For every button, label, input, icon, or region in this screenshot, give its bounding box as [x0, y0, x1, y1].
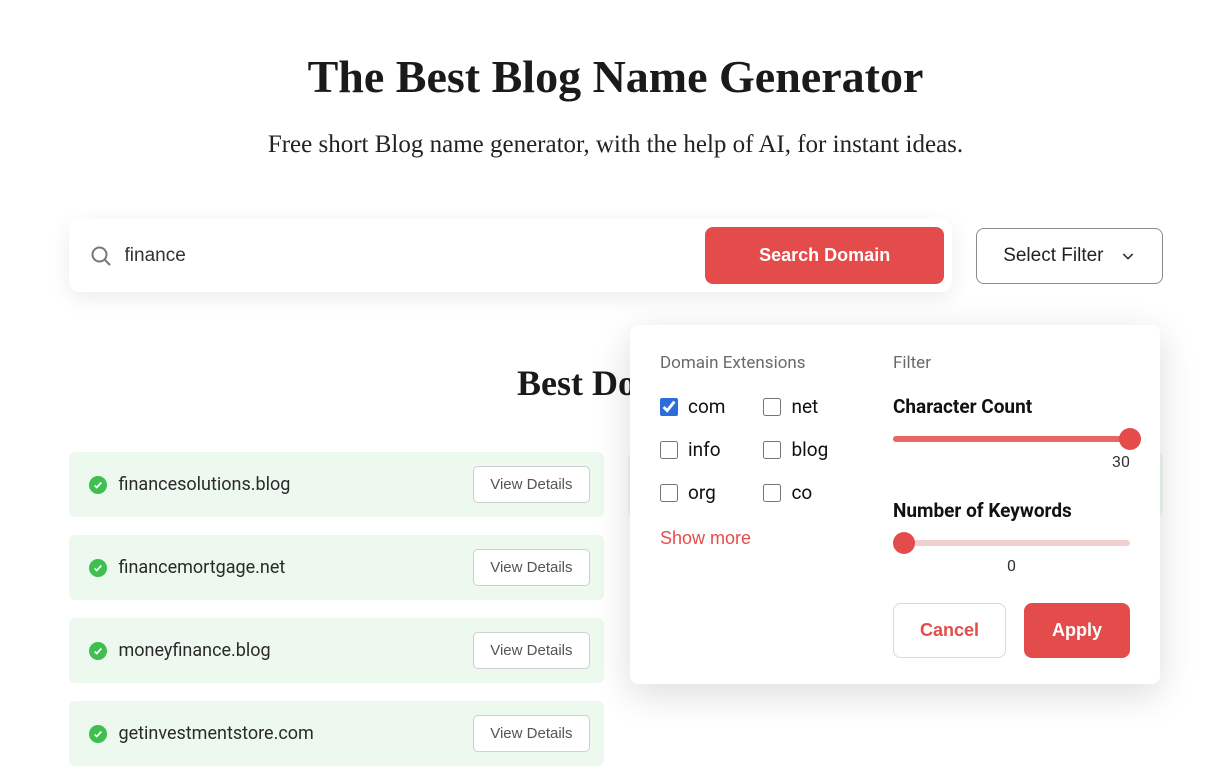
view-details-button[interactable]: View Details: [473, 466, 589, 503]
extension-option-com[interactable]: com: [660, 395, 753, 418]
extensions-heading: Domain Extensions: [660, 353, 857, 373]
view-details-button[interactable]: View Details: [473, 549, 589, 586]
check-icon: [89, 725, 107, 743]
extension-checkbox[interactable]: [660, 441, 678, 459]
extension-checkbox[interactable]: [660, 484, 678, 502]
extension-checkbox[interactable]: [763, 398, 781, 416]
keywords-value: 0: [893, 556, 1130, 575]
check-icon: [89, 559, 107, 577]
filter-popover: Domain Extensions com net info blog org co Sh…: [630, 325, 1160, 684]
filter-heading-label: Filter: [893, 353, 1130, 373]
popover-actions: Cancel Apply: [893, 603, 1130, 658]
domain-name: moneyfinance.blog: [119, 640, 462, 661]
extension-label: net: [791, 395, 818, 418]
filter-button-label: Select Filter: [1003, 245, 1103, 267]
extension-checkbox[interactable]: [763, 484, 781, 502]
domain-name: financesolutions.blog: [119, 474, 462, 495]
check-icon: [89, 642, 107, 660]
select-filter-button[interactable]: Select Filter: [976, 228, 1162, 284]
result-card: getinvestmentstore.com View Details: [69, 701, 604, 766]
result-card: financesolutions.blog View Details: [69, 452, 604, 517]
extension-label: blog: [791, 438, 828, 461]
search-input[interactable]: [125, 245, 694, 267]
extension-label: com: [688, 395, 725, 418]
page-title: The Best Blog Name Generator: [69, 50, 1163, 103]
apply-button[interactable]: Apply: [1024, 603, 1130, 658]
cancel-button[interactable]: Cancel: [893, 603, 1006, 658]
page-subtitle: Free short Blog name generator, with the…: [69, 131, 1163, 159]
extension-checkbox[interactable]: [763, 441, 781, 459]
char-count-value: 30: [893, 452, 1130, 471]
extension-label: info: [688, 438, 721, 461]
result-card: moneyfinance.blog View Details: [69, 618, 604, 683]
extensions-grid: com net info blog org co: [660, 395, 857, 504]
keywords-slider[interactable]: 0: [893, 540, 1130, 575]
char-count-heading: Character Count: [893, 395, 1130, 418]
extension-checkbox[interactable]: [660, 398, 678, 416]
extension-option-info[interactable]: info: [660, 438, 753, 461]
extensions-column: Domain Extensions com net info blog org co Sh…: [660, 353, 857, 658]
keywords-heading: Number of Keywords: [893, 499, 1130, 522]
show-more-button[interactable]: Show more: [660, 528, 751, 549]
search-icon: [89, 244, 113, 268]
extension-option-net[interactable]: net: [763, 395, 856, 418]
extension-label: org: [688, 481, 716, 504]
search-box: Search Domain: [69, 219, 953, 292]
check-icon: [89, 476, 107, 494]
domain-name: getinvestmentstore.com: [119, 723, 462, 744]
chevron-down-icon: [1120, 248, 1136, 264]
char-count-slider[interactable]: 30: [893, 436, 1130, 471]
extension-option-org[interactable]: org: [660, 481, 753, 504]
view-details-button[interactable]: View Details: [473, 715, 589, 752]
extension-label: co: [791, 481, 812, 504]
domain-name: financemortgage.net: [119, 557, 462, 578]
extension-option-blog[interactable]: blog: [763, 438, 856, 461]
search-domain-button[interactable]: Search Domain: [705, 227, 944, 284]
view-details-button[interactable]: View Details: [473, 632, 589, 669]
search-row: Search Domain Select Filter: [69, 219, 1163, 292]
extension-option-co[interactable]: co: [763, 481, 856, 504]
filter-column: Filter Character Count 30 Number of Keyw…: [893, 353, 1130, 658]
result-card: financemortgage.net View Details: [69, 535, 604, 600]
